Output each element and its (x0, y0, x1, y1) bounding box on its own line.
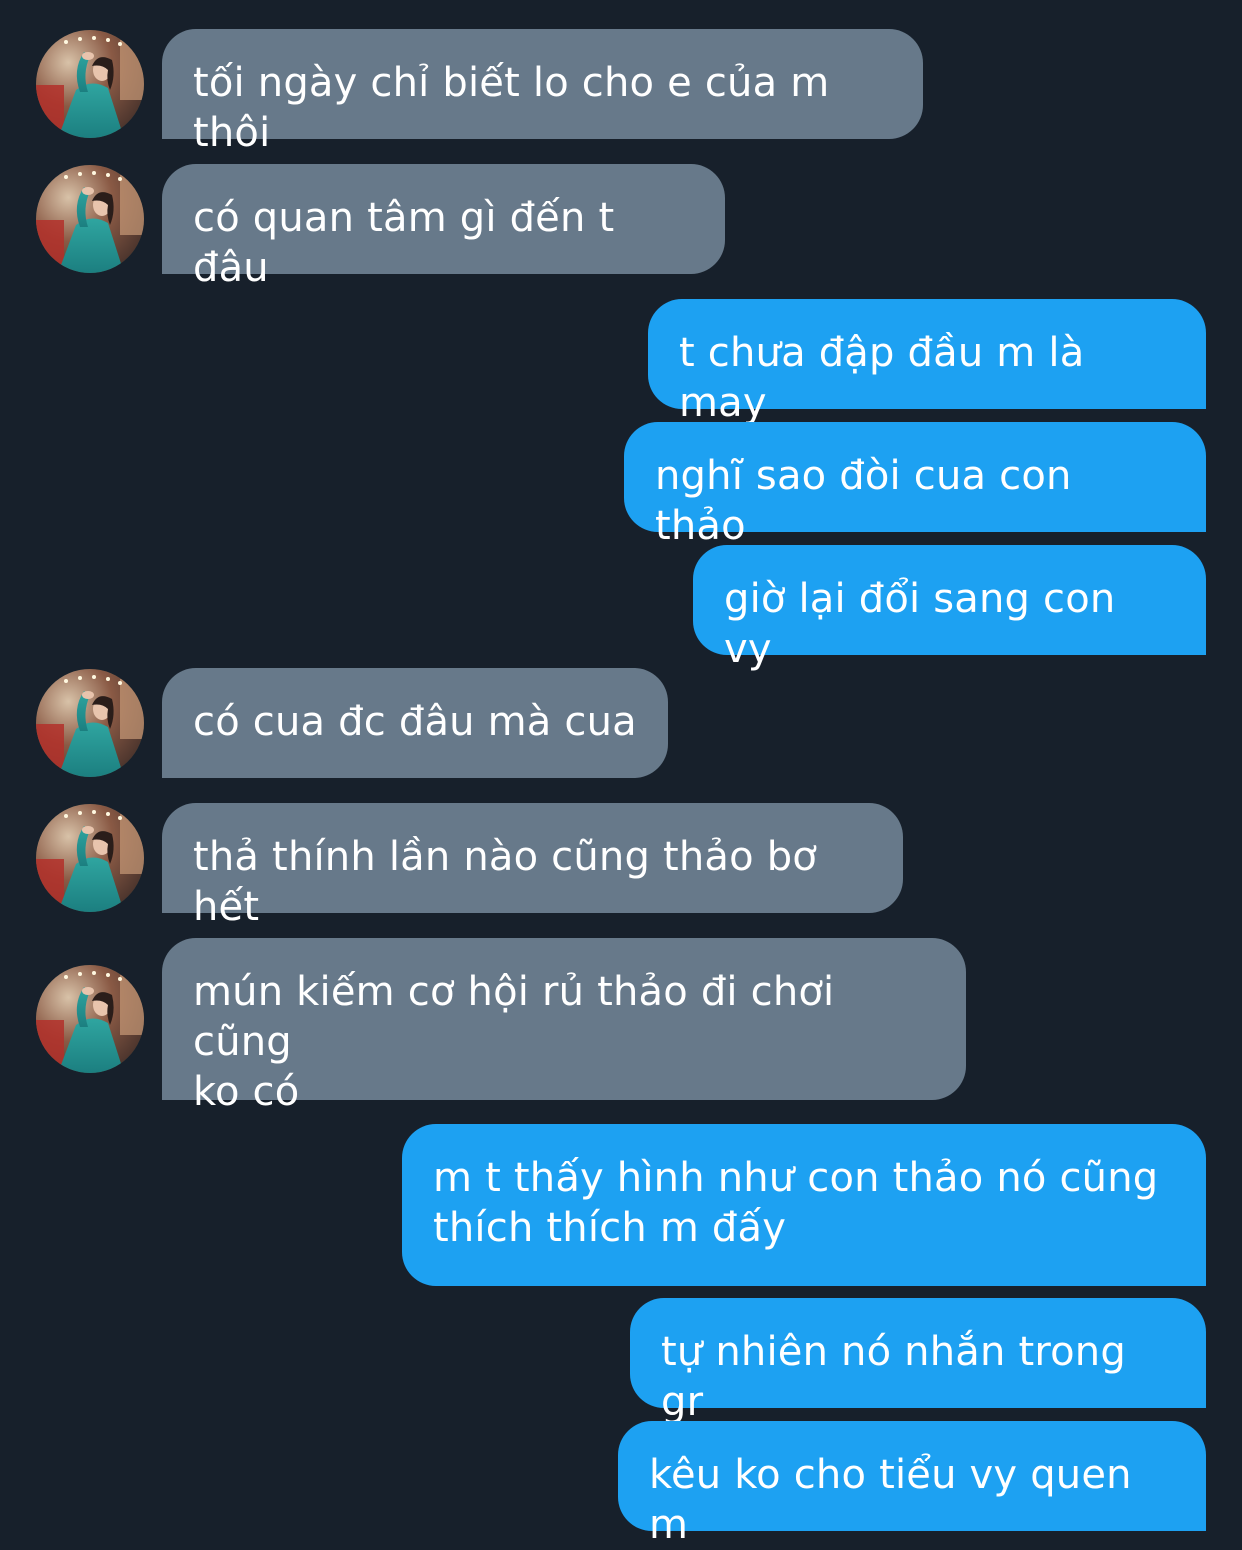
incoming-message: có cua đc đâu mà cua (0, 668, 1242, 778)
message-bubble[interactable]: có quan tâm gì đến t đâu (162, 164, 725, 291)
outgoing-message: giờ lại đổi sang con vy (0, 545, 1242, 672)
avatar[interactable] (36, 804, 144, 912)
avatar-photo-icon (36, 965, 144, 1073)
avatar-photo-icon (36, 165, 144, 273)
outgoing-message: kêu ko cho tiểu vy quen m (0, 1421, 1242, 1548)
message-bubble[interactable]: t chưa đập đầu m là may (648, 299, 1206, 426)
incoming-message: mún kiếm cơ hội rủ thảo đi chơi cũng ko … (0, 938, 1242, 1115)
message-bubble[interactable]: giờ lại đổi sang con vy (693, 545, 1206, 672)
avatar-photo-icon (36, 804, 144, 912)
outgoing-message: t chưa đập đầu m là may (0, 299, 1242, 426)
message-bubble[interactable]: tối ngày chỉ biết lo cho e của m thôi (162, 29, 923, 156)
avatar-photo-icon (36, 669, 144, 777)
message-bubble[interactable]: mún kiếm cơ hội rủ thảo đi chơi cũng ko … (162, 938, 966, 1115)
outgoing-message: tự nhiên nó nhắn trong gr (0, 1298, 1242, 1425)
avatar[interactable] (36, 30, 144, 138)
message-bubble[interactable]: m t thấy hình như con thảo nó cũng thích… (402, 1124, 1206, 1286)
avatar-photo-icon (36, 30, 144, 138)
incoming-message: tối ngày chỉ biết lo cho e của m thôi (0, 29, 1242, 156)
outgoing-message: nghĩ sao đòi cua con thảo (0, 422, 1242, 549)
avatar[interactable] (36, 965, 144, 1073)
message-bubble[interactable]: nghĩ sao đòi cua con thảo (624, 422, 1206, 549)
avatar[interactable] (36, 669, 144, 777)
outgoing-message: m t thấy hình như con thảo nó cũng thích… (0, 1124, 1242, 1286)
avatar[interactable] (36, 165, 144, 273)
message-bubble[interactable]: thả thính lần nào cũng thảo bơ hết (162, 803, 903, 930)
message-bubble[interactable]: có cua đc đâu mà cua (162, 668, 668, 778)
message-bubble[interactable]: kêu ko cho tiểu vy quen m (618, 1421, 1206, 1548)
incoming-message: thả thính lần nào cũng thảo bơ hết (0, 803, 1242, 930)
message-bubble[interactable]: tự nhiên nó nhắn trong gr (630, 1298, 1206, 1425)
incoming-message: có quan tâm gì đến t đâu (0, 164, 1242, 291)
